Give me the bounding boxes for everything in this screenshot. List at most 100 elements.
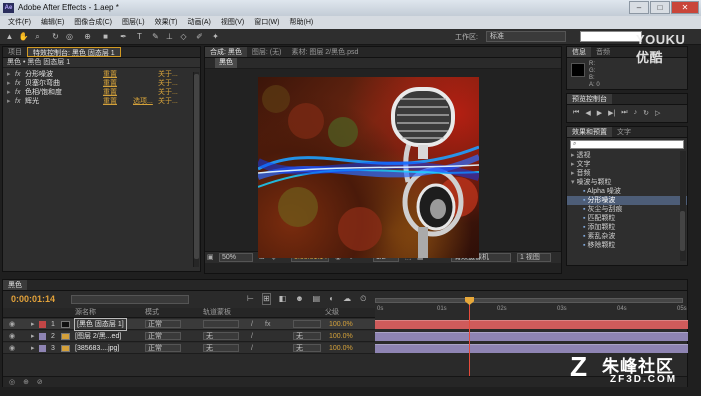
layer-expand-icon[interactable]: ▸ [31, 343, 35, 354]
tab-footage[interactable]: 素材: 图层 2/黑色.psd [286, 47, 363, 57]
expand-triangle-icon[interactable]: ▸ [7, 79, 15, 88]
eraser-tool-icon[interactable]: ◇ [178, 31, 189, 42]
view-layout-select[interactable]: 1 视图 [517, 253, 551, 262]
effect-reset-link[interactable]: 重置 [103, 79, 133, 88]
fx-icon[interactable]: fx [15, 88, 25, 97]
parent-select[interactable]: 无 [293, 344, 321, 352]
layer-row[interactable]: ◉ ▸ 1 [黑色 固态层 1] 正常 / fx 100.0% [3, 318, 375, 331]
quality-switch-icon[interactable]: / [251, 331, 253, 342]
pen-tool-icon[interactable]: ✒ [118, 31, 129, 42]
effect-row[interactable]: ▸ fx 分形噪波 重置 关于... [7, 70, 200, 79]
effect-category[interactable]: ▸ 透视 [567, 151, 687, 160]
effect-about-link[interactable]: 关于... [158, 70, 178, 79]
menu-item[interactable]: 窗口(W) [254, 16, 279, 29]
expand-triangle-icon[interactable]: ▸ [7, 70, 15, 79]
effect-about-link[interactable]: 关于... [158, 88, 178, 97]
menu-item[interactable]: 文件(F) [8, 16, 31, 29]
tab-audio[interactable]: 音频 [591, 47, 615, 57]
expand-triangle-icon[interactable]: ▸ [7, 97, 15, 106]
hide-shy-icon[interactable]: ☻ [295, 294, 303, 304]
brush-tool-icon[interactable]: ✎ [150, 31, 161, 42]
tab-character[interactable]: 文字 [612, 127, 636, 137]
last-frame-icon[interactable]: ⏭ [621, 109, 627, 117]
first-frame-icon[interactable]: ⏮ [573, 109, 579, 117]
effect-item[interactable]: ▪ 灰尘与刮痕 [567, 205, 687, 214]
quality-switch-icon[interactable]: / [251, 319, 253, 330]
disclosure-triangle-icon[interactable]: ▸ [571, 170, 575, 177]
close-button[interactable]: ✕ [671, 1, 699, 14]
comp-flowchart-tab[interactable]: 黑色 [215, 58, 237, 68]
stretch-value[interactable]: 100.0% [329, 331, 353, 342]
track-matte-select[interactable]: 无 [203, 344, 239, 352]
effect-item[interactable]: ▪ 匹配颗粒 [567, 214, 687, 223]
tab-preview[interactable]: 预览控制台 [567, 94, 612, 104]
hand-tool-icon[interactable]: ✋ [18, 31, 29, 42]
menu-item[interactable]: 帮助(H) [290, 16, 314, 29]
menu-item[interactable]: 视图(V) [221, 16, 244, 29]
workspace-select[interactable]: 标准 [486, 31, 566, 42]
effect-category[interactable]: ▸ 音频 [567, 169, 687, 178]
ram-preview-icon[interactable]: ▷ [655, 109, 660, 117]
tab-timeline-comp[interactable]: 黑色 [3, 280, 27, 290]
visibility-eye-icon[interactable]: ◉ [9, 319, 15, 330]
quality-switch-icon[interactable]: / [251, 343, 253, 354]
tab-composition[interactable]: 合成: 黑色 [205, 47, 247, 57]
pan-behind-tool-icon[interactable]: ⊕ [82, 31, 93, 42]
effect-category[interactable]: ▾ 噪波与颗粒 [567, 178, 687, 187]
live-update-icon[interactable]: ⊞ [262, 293, 271, 305]
layer-row[interactable]: ◉ ▸ 3 [385683....jpg] 正常 无 / 无 100.0% [3, 343, 375, 354]
layer-duration-bar[interactable] [375, 332, 688, 341]
help-search-input[interactable] [580, 31, 642, 42]
menu-item[interactable]: 图像合成(C) [74, 16, 112, 29]
menu-item[interactable]: 效果(T) [155, 16, 178, 29]
effect-category[interactable]: ▸ 文字 [567, 160, 687, 169]
fx-icon[interactable]: fx [15, 79, 25, 88]
label-color-swatch[interactable] [39, 333, 46, 340]
layer-name[interactable]: [黑色 固态层 1] [74, 318, 127, 331]
expand-triangle-icon[interactable]: ▸ [7, 88, 15, 97]
stretch-value[interactable]: 100.0% [329, 319, 353, 330]
fx-icon[interactable]: fx [15, 97, 25, 106]
menu-item[interactable]: 动画(A) [188, 16, 211, 29]
draft-3d-icon[interactable]: ◧ [279, 294, 287, 304]
rectangle-mask-tool-icon[interactable]: ■ [100, 31, 111, 42]
auto-keyframe-icon[interactable]: ⏲ [360, 294, 366, 304]
effects-search-input[interactable]: ⌕ [570, 140, 684, 149]
effect-row[interactable]: ▸ fx 色相/饱和度 重置 关于... [7, 88, 200, 97]
zoom-tool-icon[interactable]: ⌕ [32, 31, 43, 42]
menu-item[interactable]: 编辑(E) [41, 16, 64, 29]
effect-options-link[interactable]: 选项... [133, 97, 158, 106]
time-ruler[interactable]: 0s 01s 02s 03s 04s 05s [375, 294, 687, 316]
minimize-button[interactable]: – [629, 1, 649, 14]
visibility-eye-icon[interactable]: ◉ [9, 343, 15, 354]
layer-duration-bar[interactable] [375, 320, 688, 329]
layer-expand-icon[interactable]: ▸ [31, 319, 35, 330]
menu-item[interactable]: 图层(L) [122, 16, 145, 29]
zoom-select[interactable]: 50% [219, 253, 253, 262]
effect-reset-link[interactable]: 重置 [103, 88, 133, 97]
tab-effect-controls[interactable]: 特效控制台: 黑色 固态层 1 [27, 47, 121, 57]
frame-blending-icon[interactable]: ▤ [313, 294, 321, 304]
always-preview-icon[interactable]: ▣ [207, 252, 214, 263]
disclosure-triangle-icon[interactable]: ▸ [571, 161, 575, 168]
effect-controls-scrollbar[interactable] [193, 72, 199, 267]
blend-mode-select[interactable]: 正常 [145, 332, 181, 340]
blend-mode-select[interactable]: 正常 [145, 320, 181, 328]
mini-flowchart-icon[interactable]: ⊢ [247, 294, 254, 304]
effect-about-link[interactable]: 关于... [158, 97, 178, 106]
effect-item[interactable]: ▪ 紊乱杂波 [567, 232, 687, 241]
effect-item[interactable]: ▪ Alpha 噪波 [567, 187, 687, 196]
timeline-search-input[interactable] [71, 295, 189, 304]
clone-stamp-tool-icon[interactable]: ⊥ [164, 31, 175, 42]
effects-scrollbar[interactable] [680, 151, 686, 261]
parent-select[interactable]: 无 [293, 332, 321, 340]
effect-item[interactable]: ▪ 分形噪波 [567, 196, 687, 205]
track-matte-select[interactable]: 无 [203, 332, 239, 340]
track-matte-select[interactable] [203, 320, 239, 328]
current-time-indicator[interactable] [469, 300, 470, 386]
effect-row[interactable]: ▸ fx 贝塞尔弯曲 重置 关于... [7, 79, 200, 88]
play-icon[interactable]: ▶ [597, 109, 602, 117]
effect-about-link[interactable]: 关于... [158, 79, 178, 88]
motion-blur-icon[interactable]: ◐ [329, 294, 334, 304]
visibility-eye-icon[interactable]: ◉ [9, 331, 15, 342]
